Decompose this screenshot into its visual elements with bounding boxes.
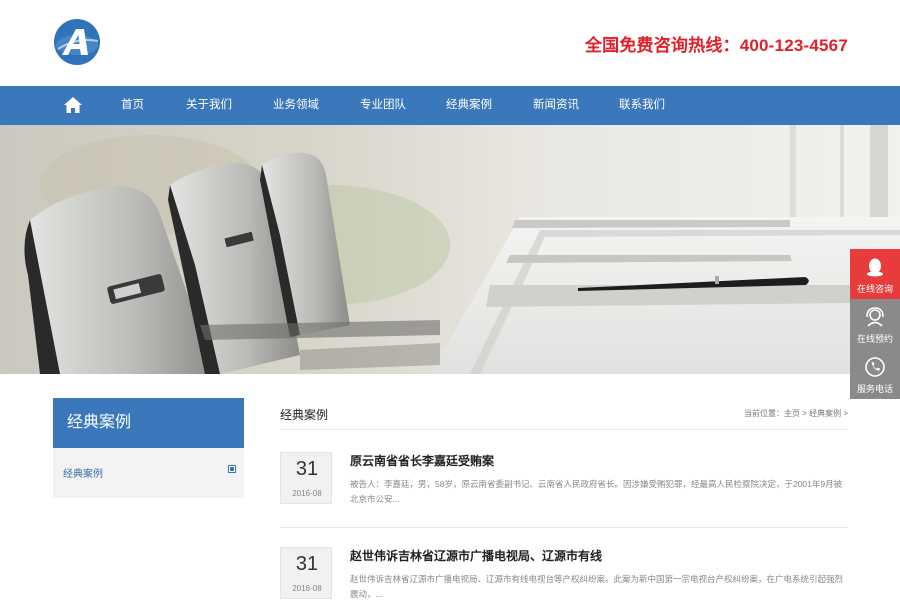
nav-item-about[interactable]: 关于我们 [186,86,232,125]
breadcrumb-separator: > [841,409,848,418]
float-service-bar: 在线咨询 在线预约 服务电话 [850,249,900,399]
nav-item-home[interactable]: 首页 [121,86,144,125]
banner-image [0,125,900,374]
article-title-link[interactable]: 原云南省省长李嘉廷受贿案 [350,452,494,469]
phone-icon [865,357,885,377]
article-excerpt: 赵世伟诉吉林省辽源市广播电视局、辽源市有线电视台等产权纠纷案。此案为新中国第一宗… [350,574,844,599]
online-booking-label: 在线预约 [856,334,893,344]
hotline: 全国免费咨询热线：400-123-4567 [584,36,848,55]
breadcrumb-current-link[interactable]: 经典案例 [809,409,841,418]
section-title: 经典案例 [280,408,329,422]
date-year-month: 2016-08 [292,584,322,593]
main-nav: 首页 关于我们 业务领域 专业团队 经典案例 新闻资讯 联系我们 [0,86,900,125]
sidebar-item-cases[interactable]: 经典案例 [63,465,103,480]
breadcrumb-prefix: 当前位置： [743,409,784,418]
logo-a-icon [56,29,99,55]
online-consult-button[interactable]: 在线咨询 [850,249,900,299]
date-box: 31 2016-08 [280,452,332,504]
sidebar-title: 经典案例 [53,398,244,448]
breadcrumb: 当前位置：主页 > 经典案例 > [744,408,848,419]
article-title-link[interactable]: 赵世伟诉吉林省辽源市广播电视局、辽源市有线 [350,547,602,564]
headset-icon [866,307,884,327]
nav-item-contact[interactable]: 联系我们 [619,86,665,125]
nav-item-cases[interactable]: 经典案例 [446,86,492,125]
qq-icon [867,258,883,277]
sidebar-menu: 经典案例 [53,448,244,498]
breadcrumb-separator: > [799,409,810,418]
logo[interactable] [54,19,100,65]
breadcrumb-home-link[interactable]: 主页 [784,409,800,418]
nav-item-business[interactable]: 业务领域 [273,86,319,125]
nav-item-news[interactable]: 新闻资讯 [533,86,579,125]
date-year-month: 2016-08 [292,489,322,498]
section-divider [280,429,848,430]
sidebar-bullet-icon [228,465,236,473]
date-box: 31 2016-08 [280,547,332,599]
nav-home-icon[interactable] [62,94,84,116]
article-divider [280,527,848,528]
article-item: 31 2016-08 赵世伟诉吉林省辽源市广播电视局、辽源市有线 赵世伟诉吉林省… [280,547,848,600]
header: 全国免费咨询热线：400-123-4567 [0,0,900,86]
article-item: 31 2016-08 原云南省省长李嘉廷受贿案 被告人：李嘉廷，男，58岁，原云… [280,452,848,532]
online-booking-button[interactable]: 在线预约 [850,299,900,349]
service-phone-button[interactable]: 服务电话 [850,349,900,399]
nav-item-team[interactable]: 专业团队 [360,86,406,125]
date-day: 31 [295,553,319,575]
service-phone-label: 服务电话 [856,384,893,394]
online-consult-label: 在线咨询 [856,284,893,294]
date-day: 31 [295,458,319,480]
article-excerpt: 被告人：李嘉廷，男，58岁，原云南省委副书记、云南省人民政府省长。因涉嫌受贿犯罪… [350,479,843,504]
